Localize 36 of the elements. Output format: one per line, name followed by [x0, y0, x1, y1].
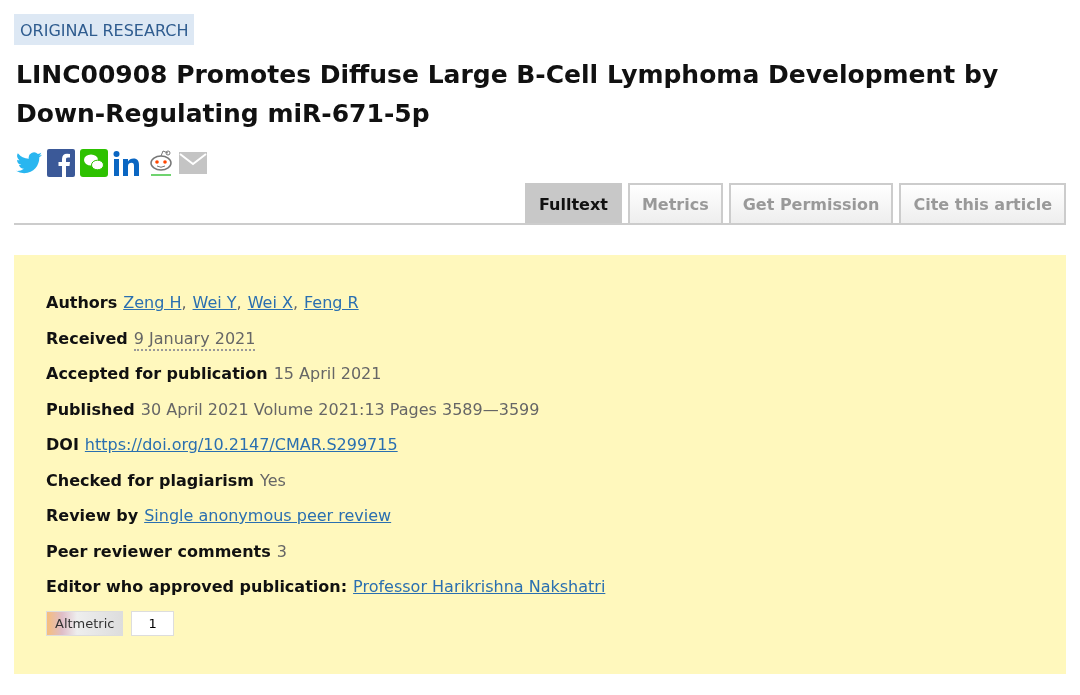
field-value: Yes	[260, 469, 286, 492]
link[interactable]: https://doi.org/10.2147/CMAR.S299715	[84, 427, 398, 463]
tab[interactable]: Get Permission	[728, 183, 894, 223]
alien-icon[interactable]	[148, 149, 174, 177]
tab[interactable]: Cite this article	[899, 183, 1066, 223]
link[interactable]: Zeng H	[123, 285, 182, 321]
tab[interactable]: Metrics	[627, 183, 723, 223]
link[interactable]: Wei Y	[192, 285, 237, 321]
field-label: Received	[46, 327, 128, 350]
date-value: 9 January 2021	[133, 328, 256, 351]
link[interactable]: Professor Harikrishna Nakshatri	[353, 569, 606, 605]
bird-icon[interactable]	[16, 152, 42, 174]
field-label: Checked for plagiarism	[46, 469, 254, 492]
field-value: 3	[276, 540, 287, 563]
field-label: Authors	[46, 292, 118, 314]
field-value: 30 April 2021 Volume 2021:13 Pages 3589—3599	[140, 398, 540, 421]
chat-bubbles-icon[interactable]	[80, 149, 108, 177]
facebook-icon[interactable]	[47, 149, 75, 177]
field-label: Peer reviewer comments	[46, 540, 271, 563]
field-label: Editor who approved publication:	[46, 576, 348, 598]
field-value: ,	[181, 292, 187, 314]
link[interactable]: Single anonymous peer review	[144, 498, 392, 534]
field-label: DOI	[46, 434, 79, 456]
article-type-badge: ORIGINAL RESEARCH	[14, 14, 195, 45]
field-value: ,	[292, 292, 298, 314]
field-label: Review by	[46, 505, 139, 527]
field-label: Published	[46, 398, 135, 421]
field-label: Accepted for publication	[46, 363, 268, 385]
altmetric-badge[interactable]: Altmetric	[46, 610, 124, 636]
tab[interactable]: Fulltext	[524, 183, 622, 223]
link[interactable]: Feng R	[303, 285, 359, 321]
field-value: 15 April 2021	[273, 363, 382, 385]
altmetric-count: 1	[131, 610, 174, 636]
field-value: ,	[236, 292, 242, 314]
link[interactable]: Wei X	[247, 285, 293, 321]
article-title: LINC00908 Promotes Diffuse Large B-Cell Lymphoma Development by Down-Regulating miR-671-5p	[16, 59, 1000, 130]
